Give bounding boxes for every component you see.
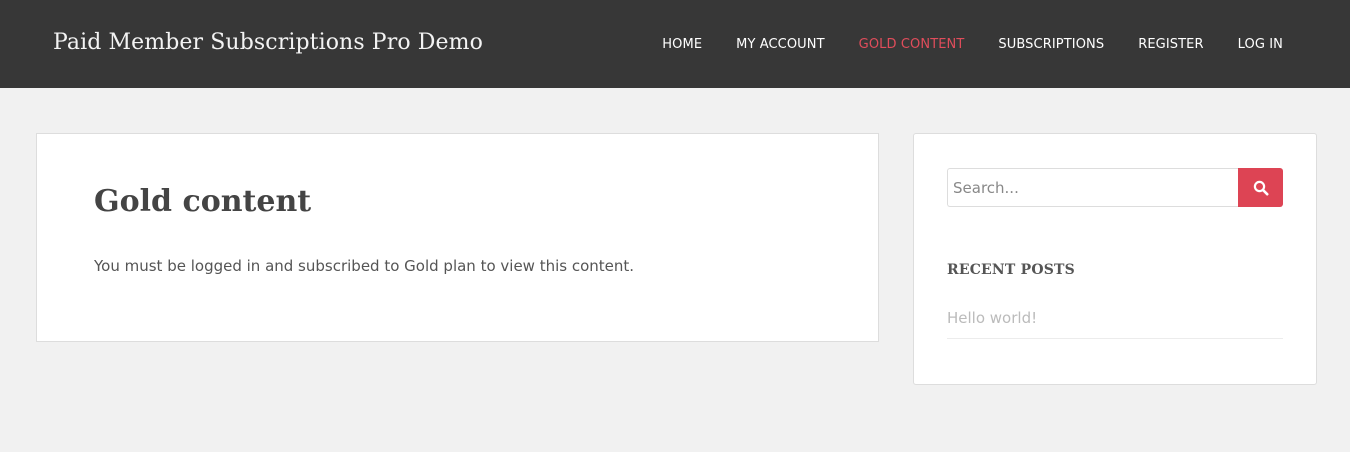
restricted-content-message: You must be logged in and subscribed to … — [94, 257, 635, 275]
site-header: Paid Member Subscriptions Pro Demo HOME … — [0, 0, 1350, 88]
nav-item-home[interactable]: HOME — [662, 37, 702, 52]
recent-post-link[interactable]: Hello world! — [947, 309, 1037, 327]
recent-posts-title: RECENT POSTS — [947, 262, 1075, 278]
main-navigation: HOME MY ACCOUNT GOLD CONTENT SUBSCRIPTIO… — [628, 0, 1283, 88]
list-item: Hello world! — [947, 308, 1283, 339]
page-title: Gold content — [94, 184, 312, 219]
search-input[interactable] — [947, 168, 1238, 207]
sidebar: RECENT POSTS Hello world! — [913, 133, 1317, 385]
search-button[interactable] — [1238, 168, 1283, 207]
nav-item-log-in[interactable]: LOG IN — [1238, 37, 1283, 52]
nav-item-subscriptions[interactable]: SUBSCRIPTIONS — [998, 37, 1104, 52]
nav-item-my-account[interactable]: MY ACCOUNT — [736, 37, 825, 52]
content-article: Gold content You must be logged in and s… — [36, 133, 879, 342]
site-title-link[interactable]: Paid Member Subscriptions Pro Demo — [53, 30, 483, 55]
recent-posts-list: Hello world! — [947, 308, 1283, 339]
nav-item-gold-content[interactable]: GOLD CONTENT — [859, 37, 965, 52]
nav-item-register[interactable]: REGISTER — [1138, 37, 1203, 52]
search-icon — [1253, 180, 1268, 195]
